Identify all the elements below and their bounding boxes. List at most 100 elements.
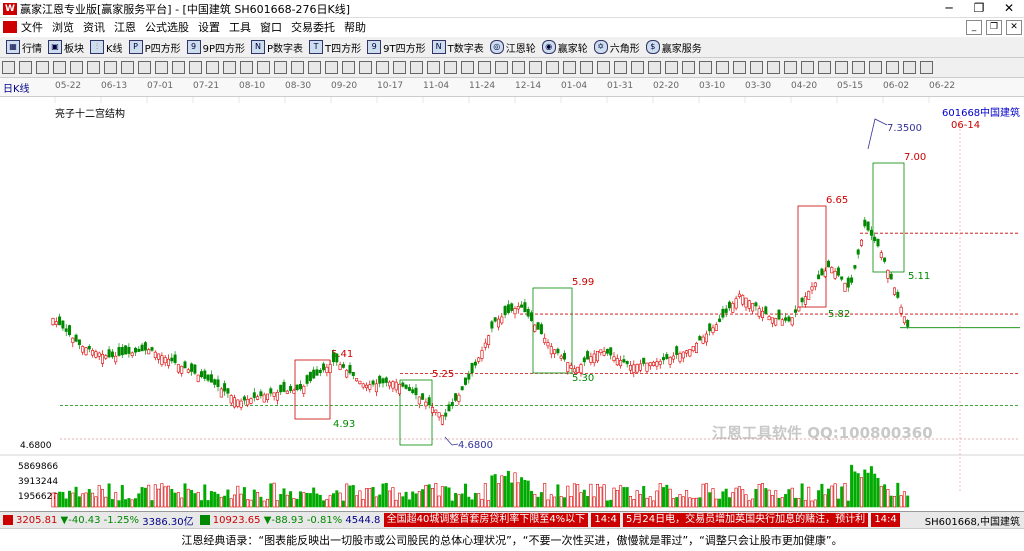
draw-tool-icon[interactable] bbox=[2, 61, 15, 74]
draw-tool-icon[interactable] bbox=[325, 61, 338, 74]
draw-tool-icon[interactable] bbox=[597, 61, 610, 74]
draw-tool-icon[interactable] bbox=[852, 61, 865, 74]
draw-tool-icon[interactable] bbox=[716, 61, 729, 74]
draw-tool-icon[interactable] bbox=[444, 61, 457, 74]
draw-tool-icon[interactable] bbox=[682, 61, 695, 74]
mdi-minimize-icon[interactable]: _ bbox=[966, 20, 982, 35]
draw-tool-icon[interactable] bbox=[903, 61, 916, 74]
volume-bar bbox=[411, 491, 415, 508]
menu-window[interactable]: 窗口 bbox=[260, 19, 282, 35]
kline-chart[interactable]: 亮子十二宫结构 601668 中国建筑 06-14 4.6800 5869866… bbox=[0, 97, 1024, 510]
menu-tools[interactable]: 工具 bbox=[229, 19, 251, 35]
close-icon[interactable]: ✕ bbox=[994, 0, 1024, 17]
candle-body bbox=[285, 390, 289, 394]
draw-tool-icon[interactable] bbox=[189, 61, 202, 74]
draw-tool-icon[interactable] bbox=[784, 61, 797, 74]
candle-body bbox=[407, 387, 411, 391]
tool-p-table[interactable]: N P数字表 bbox=[251, 40, 303, 55]
draw-tool-icon[interactable] bbox=[155, 61, 168, 74]
draw-tool-icon[interactable] bbox=[818, 61, 831, 74]
menu-trade[interactable]: 交易委托 bbox=[291, 19, 335, 35]
tool-sector[interactable]: ▣ 板块 bbox=[48, 40, 84, 55]
tool-quotes[interactable]: ▦ 行情 bbox=[6, 40, 42, 55]
menu-browse[interactable]: 浏览 bbox=[52, 19, 74, 35]
candle-body bbox=[549, 346, 553, 355]
volume-bar bbox=[345, 483, 349, 508]
draw-tool-icon[interactable] bbox=[393, 61, 406, 74]
draw-tool-icon[interactable] bbox=[223, 61, 236, 74]
news-ticker-2[interactable]: 5月24日电，交易员增加英国央行加息的赌注，预计利 bbox=[623, 513, 869, 527]
candle-body bbox=[460, 386, 464, 391]
draw-tool-icon[interactable] bbox=[495, 61, 508, 74]
mdi-restore-icon[interactable]: ❐ bbox=[986, 20, 1002, 35]
draw-tool-icon[interactable] bbox=[342, 61, 355, 74]
draw-tool-icon[interactable] bbox=[104, 61, 117, 74]
menu-gann[interactable]: 江恩 bbox=[114, 19, 136, 35]
draw-tool-icon[interactable] bbox=[36, 61, 49, 74]
draw-tool-icon[interactable] bbox=[206, 61, 219, 74]
draw-tool-icon[interactable] bbox=[801, 61, 814, 74]
draw-tool-icon[interactable] bbox=[478, 61, 491, 74]
draw-tool-icon[interactable] bbox=[410, 61, 423, 74]
chart-svg[interactable]: 亮子十二宫结构 601668 中国建筑 06-14 4.6800 5869866… bbox=[0, 97, 1024, 510]
draw-tool-icon[interactable] bbox=[376, 61, 389, 74]
tool-hexagon[interactable]: ✡ 六角形 bbox=[593, 40, 640, 55]
draw-tool-icon[interactable] bbox=[257, 61, 270, 74]
draw-tool-icon[interactable] bbox=[733, 61, 746, 74]
draw-tool-icon[interactable] bbox=[138, 61, 151, 74]
volume-bar bbox=[262, 500, 266, 508]
draw-tool-icon[interactable] bbox=[359, 61, 372, 74]
draw-tool-icon[interactable] bbox=[580, 61, 593, 74]
menu-file[interactable]: 文件 bbox=[21, 19, 43, 35]
menu-help[interactable]: 帮助 bbox=[344, 19, 366, 35]
date-label: 06-13 bbox=[101, 81, 128, 91]
draw-tool-icon[interactable] bbox=[121, 61, 134, 74]
candle-body bbox=[506, 304, 510, 313]
maximize-icon[interactable]: ❐ bbox=[964, 0, 994, 17]
draw-tool-icon[interactable] bbox=[750, 61, 763, 74]
menu-news[interactable]: 资讯 bbox=[83, 19, 105, 35]
date-label: 05-22 bbox=[55, 81, 82, 91]
draw-tool-icon[interactable] bbox=[512, 61, 525, 74]
tool-service[interactable]: $ 赢家服务 bbox=[645, 40, 702, 55]
draw-tool-icon[interactable] bbox=[767, 61, 780, 74]
draw-tool-icon[interactable] bbox=[240, 61, 253, 74]
draw-tool-icon[interactable] bbox=[461, 61, 474, 74]
draw-tool-icon[interactable] bbox=[835, 61, 848, 74]
tool-gann-wheel[interactable]: ◎ 江恩轮 bbox=[489, 40, 536, 55]
news-ticker-1[interactable]: 全国超40城调整首套房贷利率下限至4%以下 bbox=[383, 513, 589, 527]
menu-formula[interactable]: 公式选股 bbox=[145, 19, 189, 35]
draw-tool-icon[interactable] bbox=[631, 61, 644, 74]
draw-tool-icon[interactable] bbox=[546, 61, 559, 74]
tool-t-table[interactable]: N T数字表 bbox=[431, 40, 484, 55]
draw-tool-icon[interactable] bbox=[614, 61, 627, 74]
tool-winner-wheel[interactable]: ◉ 赢家轮 bbox=[541, 40, 588, 55]
draw-tool-icon[interactable] bbox=[19, 61, 32, 74]
draw-tool-icon[interactable] bbox=[920, 61, 933, 74]
tool-9t-square[interactable]: 9 9T四方形 bbox=[367, 40, 426, 55]
draw-tool-icon[interactable] bbox=[529, 61, 542, 74]
draw-tool-icon[interactable] bbox=[427, 61, 440, 74]
mdi-close-icon[interactable]: ✕ bbox=[1006, 20, 1022, 35]
draw-tool-icon[interactable] bbox=[563, 61, 576, 74]
menu-settings[interactable]: 设置 bbox=[198, 19, 220, 35]
draw-tool-icon[interactable] bbox=[53, 61, 66, 74]
minimize-icon[interactable]: ─ bbox=[934, 0, 964, 17]
draw-tool-icon[interactable] bbox=[886, 61, 899, 74]
draw-tool-icon[interactable] bbox=[699, 61, 712, 74]
tool-9p-square[interactable]: 9 9P四方形 bbox=[186, 40, 245, 55]
date-label: 07-21 bbox=[193, 81, 220, 91]
draw-tool-icon[interactable] bbox=[291, 61, 304, 74]
tool-p-square[interactable]: P P四方形 bbox=[128, 40, 181, 55]
volume-bar bbox=[338, 492, 342, 508]
tool-t-square[interactable]: T T四方形 bbox=[309, 40, 361, 55]
draw-tool-icon[interactable] bbox=[308, 61, 321, 74]
draw-tool-icon[interactable] bbox=[648, 61, 661, 74]
draw-tool-icon[interactable] bbox=[869, 61, 882, 74]
draw-tool-icon[interactable] bbox=[87, 61, 100, 74]
draw-tool-icon[interactable] bbox=[665, 61, 678, 74]
draw-tool-icon[interactable] bbox=[172, 61, 185, 74]
draw-tool-icon[interactable] bbox=[274, 61, 287, 74]
draw-tool-icon[interactable] bbox=[70, 61, 83, 74]
tool-kline[interactable]: ⫶ K线 bbox=[90, 40, 123, 55]
